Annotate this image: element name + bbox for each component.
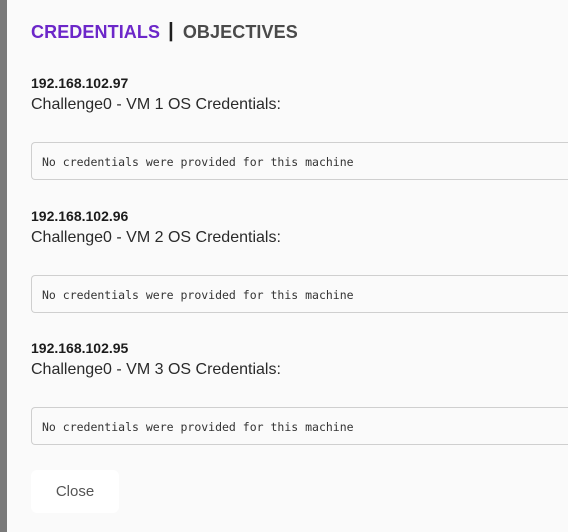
credentials-field[interactable]: No credentials were provided for this ma… [31, 407, 568, 445]
backdrop-edge [0, 0, 7, 532]
credentials-field[interactable]: No credentials were provided for this ma… [31, 275, 568, 313]
credentials-text: No credentials were provided for this ma… [42, 155, 354, 169]
machine-label: Challenge0 - VM 3 OS Credentials: [31, 361, 281, 378]
credentials-text: No credentials were provided for this ma… [42, 420, 354, 434]
machine-section: 192.168.102.97 Challenge0 - VM 1 OS Cred… [31, 75, 568, 180]
tab-bar: CREDENTIALS | OBJECTIVES [31, 20, 298, 44]
credentials-dialog: CREDENTIALS | OBJECTIVES 192.168.102.97 … [0, 0, 568, 532]
credentials-field[interactable]: No credentials were provided for this ma… [31, 142, 568, 180]
tab-objectives[interactable]: OBJECTIVES [183, 22, 298, 43]
machine-ip: 192.168.102.95 [31, 340, 129, 356]
tab-separator: | [168, 20, 174, 42]
machine-section: 192.168.102.96 Challenge0 - VM 2 OS Cred… [31, 208, 568, 313]
close-button[interactable]: Close [31, 470, 119, 513]
machine-ip: 192.168.102.97 [31, 75, 129, 91]
tab-credentials[interactable]: CREDENTIALS [31, 22, 160, 43]
machine-section: 192.168.102.95 Challenge0 - VM 3 OS Cred… [31, 340, 568, 445]
machine-ip: 192.168.102.96 [31, 208, 129, 224]
machine-label: Challenge0 - VM 2 OS Credentials: [31, 229, 281, 246]
credentials-text: No credentials were provided for this ma… [42, 288, 354, 302]
machine-label: Challenge0 - VM 1 OS Credentials: [31, 96, 281, 113]
dialog-panel: CREDENTIALS | OBJECTIVES 192.168.102.97 … [7, 0, 568, 532]
